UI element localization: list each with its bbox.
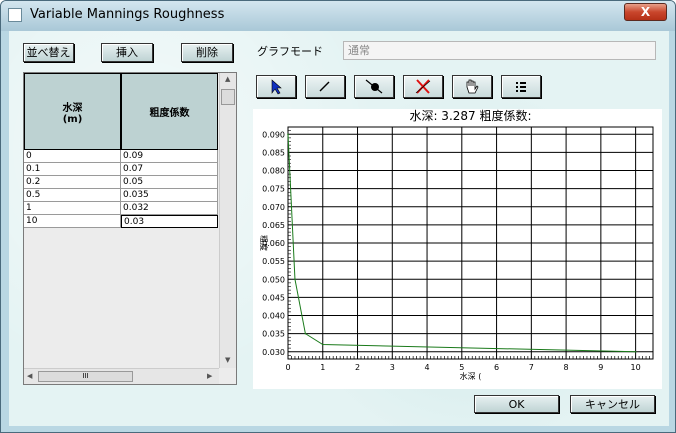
x-tick-label: 7 [529, 363, 534, 372]
depth-cell[interactable]: 0.1 [24, 163, 121, 176]
depth-cell[interactable]: 0.2 [24, 176, 121, 189]
x-tick-label: 8 [564, 363, 569, 372]
scroll-up-icon[interactable]: ▲ [225, 75, 230, 83]
graph-mode-field[interactable]: 通常 [343, 41, 656, 60]
dialog-body: 並べ替え 挿入 削除 グラフモード 通常 水深 (m) 粗度係数 0 0.09 … [9, 31, 669, 426]
column-header-coefficient[interactable]: 粗度係数 [121, 73, 218, 150]
horizontal-scrollbar[interactable]: ◀ III ▶ [24, 368, 219, 384]
draw-line-icon [319, 81, 330, 92]
y-tick-label: 0.065 [262, 221, 285, 230]
ok-button[interactable]: OK [474, 395, 559, 413]
vertical-scrollbar[interactable]: ▲ ▼ [219, 73, 236, 368]
x-tick-label: 9 [598, 363, 603, 372]
scroll-down-icon[interactable]: ▼ [225, 356, 230, 364]
clear-tool-button[interactable] [403, 75, 443, 98]
horizontal-scroll-thumb[interactable]: III [38, 371, 133, 382]
coef-cell[interactable]: 0.07 [121, 163, 218, 176]
x-tick-label: 2 [355, 363, 360, 372]
column-header-depth[interactable]: 水深 (m) [24, 73, 121, 150]
vertical-scroll-thumb[interactable] [221, 89, 235, 105]
sort-button[interactable]: 並べ替え [23, 43, 74, 62]
close-button[interactable]: X [624, 3, 667, 21]
pan-hand-icon [466, 79, 479, 94]
title-bar[interactable]: Variable Mannings Roughness X [1, 1, 675, 31]
data-point [321, 343, 324, 346]
pan-tool-button[interactable] [452, 75, 492, 98]
point-tool-button[interactable] [354, 75, 394, 98]
roughness-table: 水深 (m) 粗度係数 0 0.09 0.1 0.07 0.2 0.05 0.5… [23, 72, 237, 385]
depth-cell[interactable]: 10 [24, 215, 121, 228]
y-tick-label: 0.070 [262, 203, 285, 212]
x-tick-label: 1 [320, 363, 325, 372]
insert-button[interactable]: 挿入 [101, 43, 153, 62]
select-tool-button[interactable] [256, 75, 296, 98]
scroll-right-icon[interactable]: ▶ [207, 372, 212, 380]
graph-mode-label: グラフモード [257, 45, 323, 58]
data-point [304, 332, 307, 335]
table-row[interactable]: 0.2 0.05 [24, 176, 218, 189]
x-tick-label: 6 [494, 363, 499, 372]
coef-cell[interactable]: 0.035 [121, 189, 218, 202]
coef-cell-selected[interactable]: 0.03 [121, 215, 218, 228]
y-tick-label: 0.055 [262, 257, 285, 266]
table-row[interactable]: 0.5 0.035 [24, 189, 218, 202]
roughness-chart[interactable]: 水深: 3.287 粗度係数: 0 1 2 3 4 5 6 7 8 9 10 0.030 0.035 0.0… [253, 108, 662, 389]
y-tick-label: 0.080 [262, 167, 285, 176]
y-tick-label: 0.030 [262, 348, 285, 357]
x-axis-label: 水深 ( [460, 371, 482, 381]
y-tick-label: 0.075 [262, 185, 285, 194]
x-tick-label: 0 [285, 363, 290, 372]
x-tick-label: 3 [390, 363, 395, 372]
data-point [287, 133, 289, 136]
select-arrow-icon [271, 79, 282, 95]
list-tool-button[interactable] [501, 75, 541, 98]
delete-point-icon [365, 79, 383, 94]
x-tick-label: 10 [631, 363, 641, 372]
scroll-left-icon[interactable]: ◀ [27, 372, 32, 380]
coef-cell[interactable]: 0.05 [121, 176, 218, 189]
chart-svg[interactable]: 水深: 3.287 粗度係数: 0 1 2 3 4 5 6 7 8 9 10 0.030 0.035 0.0… [253, 108, 662, 389]
coef-cell[interactable]: 0.032 [121, 202, 218, 215]
y-tick-label: 0.040 [262, 312, 285, 321]
y-tick-label: 0.085 [262, 148, 285, 157]
table-row[interactable]: 0 0.09 [24, 150, 218, 163]
table-row[interactable]: 10 0.03 [24, 215, 218, 228]
coef-cell[interactable]: 0.09 [121, 150, 218, 163]
app-icon [8, 8, 22, 22]
table-row[interactable]: 0.1 0.07 [24, 163, 218, 176]
data-point [634, 350, 637, 353]
draw-line-tool-button[interactable] [305, 75, 345, 98]
x-tick-label: 4 [425, 363, 430, 372]
y-tick-label: 0.090 [262, 130, 285, 139]
data-point [290, 205, 293, 208]
window-title: Variable Mannings Roughness [30, 7, 225, 22]
cancel-button[interactable]: キャンセル [570, 395, 655, 413]
table-row[interactable]: 1 0.032 [24, 202, 218, 215]
list-icon [516, 82, 526, 92]
depth-header-label: 水深 [62, 102, 83, 114]
depth-cell[interactable]: 0 [24, 150, 121, 163]
delete-button[interactable]: 削除 [181, 43, 233, 62]
x-tick-label: 5 [459, 363, 464, 372]
data-point [294, 278, 296, 281]
chart-title: 水深: 3.287 粗度係数: [409, 109, 531, 123]
depth-cell[interactable]: 1 [24, 202, 121, 215]
dialog-window: Variable Mannings Roughness X 並べ替え 挿入 削除… [0, 0, 676, 433]
y-axis-label: 粗度 [259, 235, 269, 251]
y-tick-label: 0.045 [262, 293, 285, 302]
depth-cell[interactable]: 0.5 [24, 189, 121, 202]
y-tick-label: 0.035 [262, 330, 285, 339]
clear-x-icon [415, 79, 431, 94]
y-tick-label: 0.050 [262, 275, 285, 284]
depth-header-unit: (m) [62, 113, 83, 125]
